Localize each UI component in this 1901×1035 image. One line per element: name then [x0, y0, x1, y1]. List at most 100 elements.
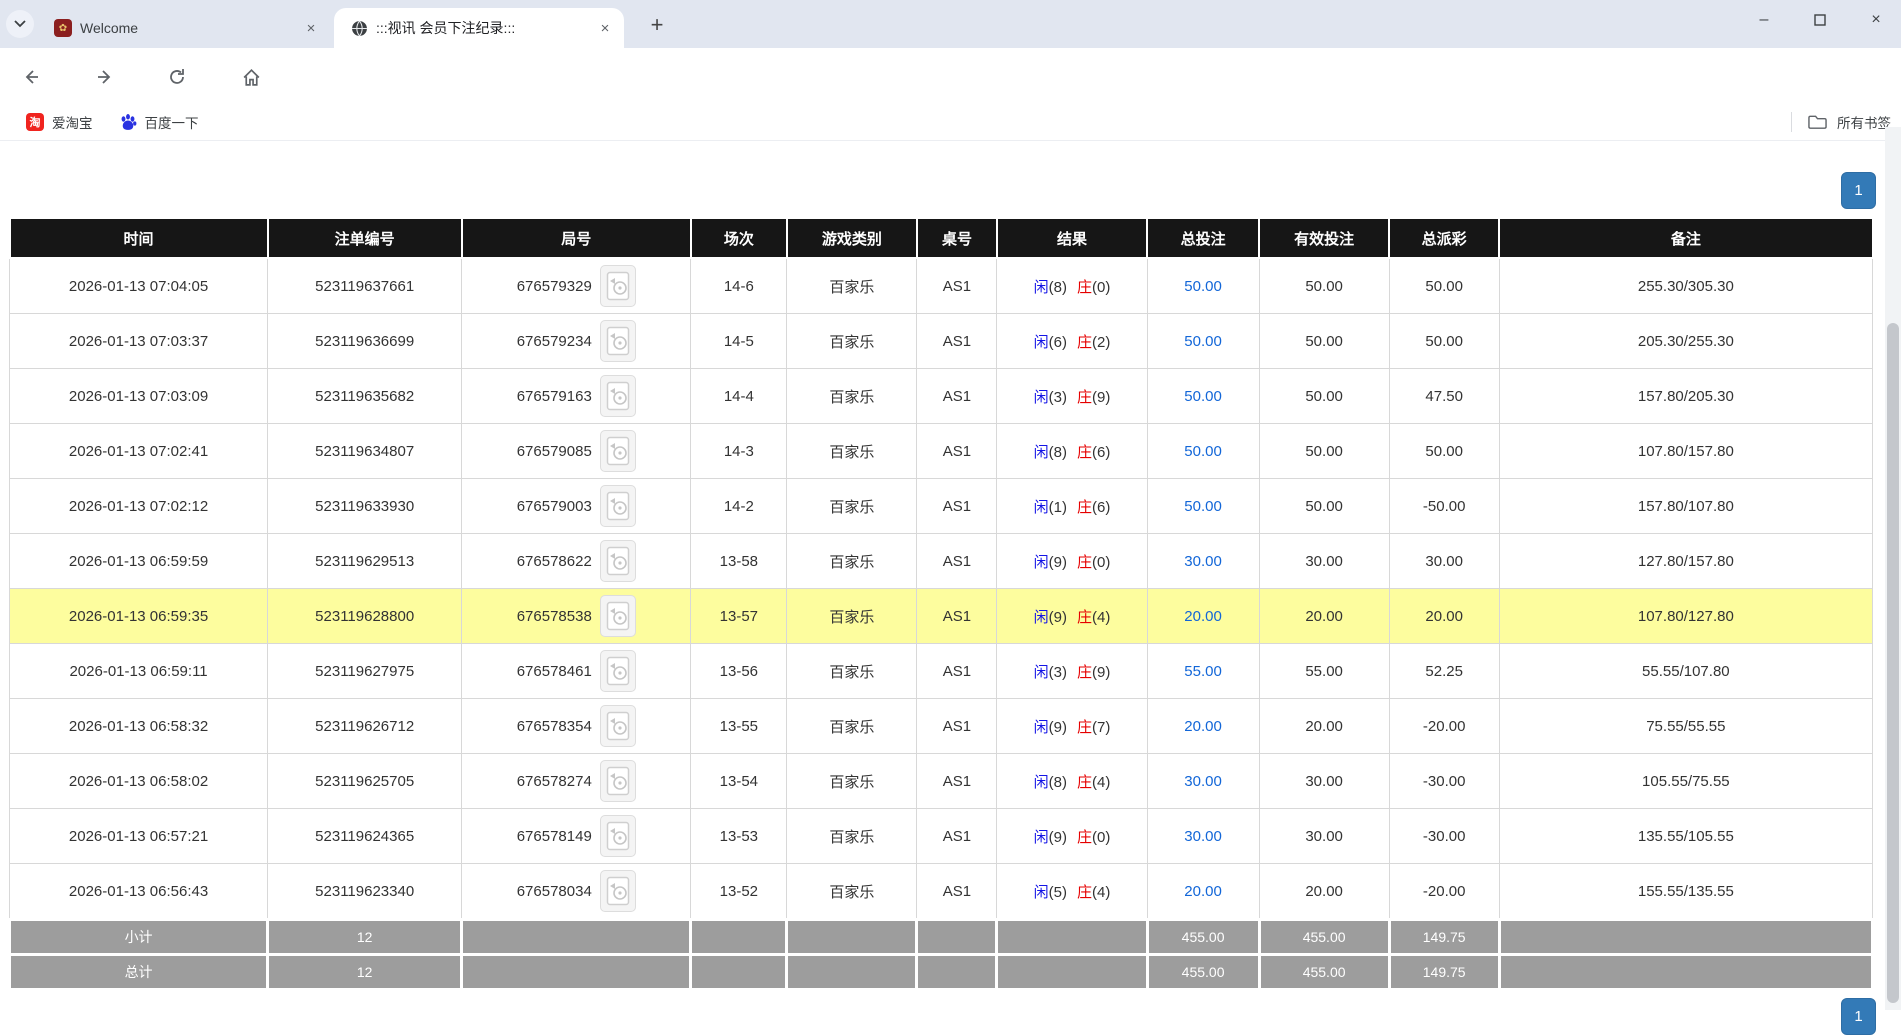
result-player-label: 闲 [1034, 829, 1049, 846]
cell-valid-bet: 30.00 [1259, 754, 1389, 809]
cell-time: 2026-01-13 07:02:41 [10, 424, 268, 479]
reload-button[interactable] [164, 64, 190, 90]
cell-remark: 205.30/255.30 [1499, 314, 1872, 369]
round-number: 676578149 [517, 828, 592, 845]
total-bet-link[interactable]: 30.00 [1184, 553, 1222, 570]
home-button[interactable] [238, 64, 264, 90]
table-row[interactable]: 2026-01-13 06:57:21 523119624365 6765781… [10, 809, 1873, 864]
total-bet-link[interactable]: 55.00 [1184, 663, 1222, 680]
cell-total-bet: 30.00 [1147, 754, 1259, 809]
forward-icon [95, 67, 115, 87]
cell-payout: -30.00 [1389, 809, 1499, 864]
video-file-icon [606, 271, 630, 301]
cell-time: 2026-01-13 06:56:43 [10, 864, 268, 920]
cell-bet-number: 523119636699 [268, 314, 462, 369]
total-bet-link[interactable]: 30.00 [1184, 773, 1222, 790]
new-tab-button[interactable]: + [644, 12, 670, 38]
cell-session: 13-56 [691, 644, 787, 699]
video-file-icon [606, 381, 630, 411]
cell-valid-bet: 50.00 [1259, 424, 1389, 479]
video-replay-button[interactable] [600, 485, 636, 527]
round-number: 676578622 [517, 553, 592, 570]
video-replay-button[interactable] [600, 760, 636, 802]
table-row[interactable]: 2026-01-13 07:03:37 523119636699 6765792… [10, 314, 1873, 369]
total-bet-link[interactable]: 50.00 [1184, 333, 1222, 350]
cell-game-type: 百家乐 [787, 699, 917, 754]
total-bet-link[interactable]: 20.00 [1184, 883, 1222, 900]
tab-welcome[interactable]: ✿ Welcome × [38, 8, 330, 48]
video-replay-button[interactable] [600, 375, 636, 417]
cell-session: 13-54 [691, 754, 787, 809]
bookmark-taobao[interactable]: 淘 爱淘宝 [26, 112, 93, 132]
cell-round-number: 676578354 [462, 699, 691, 754]
table-row[interactable]: 2026-01-13 07:03:09 523119635682 6765791… [10, 369, 1873, 424]
total-bet-link[interactable]: 20.00 [1184, 718, 1222, 735]
cell-game-type: 百家乐 [787, 864, 917, 920]
table-row[interactable]: 2026-01-13 07:02:41 523119634807 6765790… [10, 424, 1873, 479]
all-bookmarks-button[interactable]: 所有书签 [1791, 112, 1891, 132]
video-replay-button[interactable] [600, 705, 636, 747]
bookmarks-bar: 淘 爱淘宝 百度一下 所有书签 [0, 104, 1901, 141]
chevron-down-icon [14, 20, 26, 28]
cell-remark: 75.55/55.55 [1499, 699, 1872, 754]
minimize-icon[interactable]: – [1753, 9, 1775, 31]
table-row[interactable]: 2026-01-13 07:02:12 523119633930 6765790… [10, 479, 1873, 534]
scrollbar-thumb[interactable] [1887, 323, 1899, 1003]
tab-betrecord[interactable]: :::视讯 会员下注纪录::: × [334, 8, 624, 48]
subtotal-label: 小计 [10, 920, 268, 955]
close-tab-icon[interactable]: × [302, 19, 320, 37]
video-file-icon [606, 436, 630, 466]
cell-result: 闲(9)庄(4) [997, 589, 1147, 644]
table-row[interactable]: 2026-01-13 06:59:59 523119629513 6765786… [10, 534, 1873, 589]
total-bet-link[interactable]: 50.00 [1184, 443, 1222, 460]
cell-time: 2026-01-13 06:57:21 [10, 809, 268, 864]
close-window-icon[interactable]: × [1865, 9, 1887, 31]
video-replay-button[interactable] [600, 540, 636, 582]
total-bet-link[interactable]: 50.00 [1184, 278, 1222, 295]
close-tab-icon[interactable]: × [596, 19, 614, 37]
video-replay-button[interactable] [600, 595, 636, 637]
cell-valid-bet: 50.00 [1259, 258, 1389, 314]
table-row[interactable]: 2026-01-13 06:58:32 523119626712 6765783… [10, 699, 1873, 754]
pagination-page-1-top[interactable]: 1 [1841, 172, 1876, 209]
bookmark-baidu[interactable]: 百度一下 [119, 112, 199, 132]
page-content: 1 时间 注单编号 局号 场次 游戏类别 桌号 结果 总投注 有效投注 总派彩 … [0, 141, 1901, 1010]
vertical-scrollbar[interactable] [1885, 127, 1901, 1010]
cell-remark: 157.80/205.30 [1499, 369, 1872, 424]
round-number: 676579163 [517, 388, 592, 405]
video-replay-button[interactable] [600, 815, 636, 857]
result-player-label: 闲 [1034, 664, 1049, 681]
video-replay-button[interactable] [600, 265, 636, 307]
total-bet-link[interactable]: 30.00 [1184, 828, 1222, 845]
total-bet-link[interactable]: 50.00 [1184, 388, 1222, 405]
pagination-page-1-bottom[interactable]: 1 [1841, 998, 1876, 1035]
maximize-icon[interactable] [1809, 9, 1831, 31]
table-row[interactable]: 2026-01-13 06:58:02 523119625705 6765782… [10, 754, 1873, 809]
bookmarks-divider [1791, 112, 1792, 132]
bookmark-label: 爱淘宝 [52, 112, 93, 132]
total-bet-link[interactable]: 50.00 [1184, 498, 1222, 515]
bet-record-table: 时间 注单编号 局号 场次 游戏类别 桌号 结果 总投注 有效投注 总派彩 备注… [8, 217, 1874, 991]
subtotal-valid-bet: 455.00 [1259, 920, 1389, 955]
cell-table-number: AS1 [917, 369, 997, 424]
video-file-icon [606, 601, 630, 631]
video-replay-button[interactable] [600, 430, 636, 472]
total-bet-link[interactable]: 20.00 [1184, 608, 1222, 625]
table-footer: 小计 12 455.00 455.00 149.75 总计 12 455.00 … [10, 920, 1873, 990]
cell-table-number: AS1 [917, 479, 997, 534]
cell-total-bet: 55.00 [1147, 644, 1259, 699]
video-replay-button[interactable] [600, 870, 636, 912]
cell-game-type: 百家乐 [787, 589, 917, 644]
video-replay-button[interactable] [600, 650, 636, 692]
subtotal-row: 小计 12 455.00 455.00 149.75 [10, 920, 1873, 955]
table-row[interactable]: 2026-01-13 06:56:43 523119623340 6765780… [10, 864, 1873, 920]
table-row[interactable]: 2026-01-13 06:59:35 523119628800 6765785… [10, 589, 1873, 644]
table-row[interactable]: 2026-01-13 06:59:11 523119627975 6765784… [10, 644, 1873, 699]
cell-session: 13-57 [691, 589, 787, 644]
video-file-icon [606, 711, 630, 741]
table-row[interactable]: 2026-01-13 07:04:05 523119637661 6765793… [10, 258, 1873, 314]
tab-search-button[interactable] [6, 10, 34, 38]
back-button[interactable] [18, 64, 44, 90]
forward-button[interactable] [92, 64, 118, 90]
video-replay-button[interactable] [600, 320, 636, 362]
